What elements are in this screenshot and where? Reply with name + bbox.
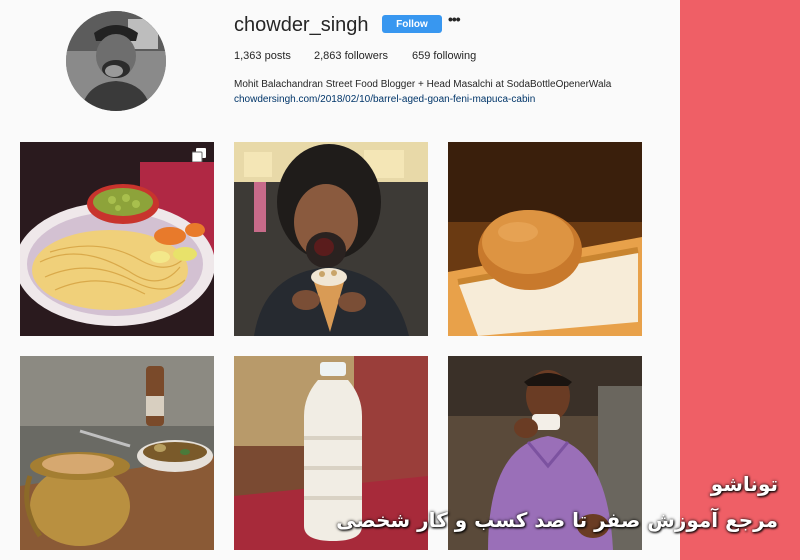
avatar[interactable]	[66, 11, 166, 111]
post-image	[20, 142, 214, 336]
avatar-image	[66, 11, 166, 111]
followers-count[interactable]: 2,863 followers	[314, 50, 388, 62]
post-tile-pot-bowl[interactable]	[20, 356, 214, 550]
following-count[interactable]: 659 following	[412, 50, 476, 62]
post-image	[448, 142, 642, 336]
watermark-tagline: مرجع آموزش صفر تا صد کسب و کار شخصی	[336, 508, 778, 532]
multiple-photos-icon	[192, 148, 206, 162]
post-tile-noodles[interactable]	[20, 142, 214, 336]
post-tile-man-eating[interactable]	[234, 142, 428, 336]
follow-button[interactable]: Follow	[382, 15, 442, 33]
post-image	[234, 142, 428, 336]
watermark-title: توناشو	[710, 472, 778, 496]
post-image	[20, 356, 214, 550]
more-options-icon[interactable]: •••	[448, 12, 462, 30]
post-tile-bun[interactable]	[448, 142, 642, 336]
posts-count: 1,363 posts	[234, 50, 291, 62]
profile-username: chowder_singh	[234, 14, 369, 36]
profile-bio: Mohit Balachandran Street Food Blogger +…	[234, 79, 612, 90]
profile-link[interactable]: chowdersingh.com/2018/02/10/barrel-aged-…	[234, 94, 535, 105]
